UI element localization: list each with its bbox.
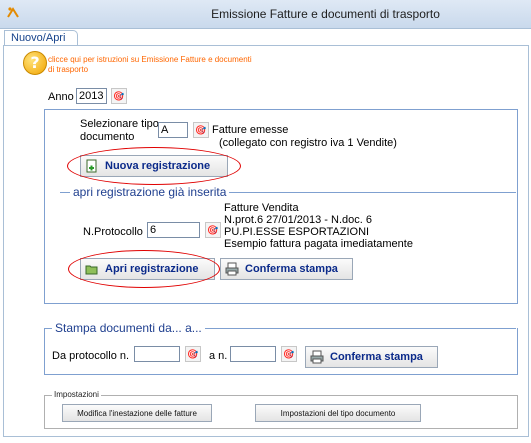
tipo-label-1: Selezionare tipo bbox=[80, 118, 159, 130]
info-line-2: N.prot.6 27/01/2013 - N.doc. 6 bbox=[224, 214, 372, 226]
impostazioni-tipo-button[interactable]: Impostazioni del tipo documento bbox=[255, 404, 421, 422]
tab-nuovo-apri[interactable]: Nuovo/Apri bbox=[4, 30, 73, 46]
tipo-search-icon[interactable]: 🎯 bbox=[193, 122, 209, 138]
a-protocollo-input[interactable] bbox=[230, 346, 276, 362]
info-line-1: Fatture Vendita bbox=[224, 202, 299, 214]
da-protocollo-search-icon[interactable]: 🎯 bbox=[185, 346, 201, 362]
anno-search-icon[interactable]: 🎯 bbox=[111, 88, 127, 104]
da-protocollo-label: Da protocollo n. bbox=[52, 350, 130, 362]
stampa-conferma-button[interactable]: Conferma stampa bbox=[305, 346, 438, 368]
apri-registrazione-label: Apri registrazione bbox=[105, 263, 199, 275]
a-protocollo-label: a n. bbox=[209, 350, 228, 362]
stampa-conferma-label: Conferma stampa bbox=[330, 351, 423, 363]
nuova-registrazione-button[interactable]: Nuova registrazione bbox=[80, 155, 228, 177]
tab-strip-edge bbox=[68, 30, 78, 46]
new-document-icon bbox=[86, 159, 97, 173]
protocollo-label: N.Protocollo bbox=[83, 226, 143, 238]
tipo-registro: (collegato con registro iva 1 Vendite) bbox=[219, 137, 397, 149]
printer-icon bbox=[225, 262, 239, 276]
help-link[interactable]: clicce qui per istruzioni su Emissione F… bbox=[48, 55, 258, 75]
anno-input[interactable] bbox=[76, 88, 107, 104]
conferma-stampa-label: Conferma stampa bbox=[245, 263, 338, 275]
tipo-description: Fatture emesse bbox=[212, 124, 289, 136]
tipo-label-2: documento bbox=[80, 131, 135, 143]
open-folder-icon bbox=[85, 265, 98, 275]
da-protocollo-input[interactable] bbox=[134, 346, 180, 362]
tipo-input[interactable] bbox=[158, 122, 188, 138]
protocollo-input[interactable] bbox=[147, 222, 200, 238]
help-icon[interactable]: ? bbox=[23, 51, 47, 75]
conferma-stampa-button[interactable]: Conferma stampa bbox=[220, 258, 353, 280]
protocollo-search-icon[interactable]: 🎯 bbox=[205, 222, 221, 238]
registration-info: Fatture Vendita N.prot.6 27/01/2013 - N.… bbox=[224, 202, 413, 250]
anno-label: Anno bbox=[48, 91, 74, 103]
printer-icon bbox=[310, 350, 324, 364]
window-title: Emissione Fatture e documenti di traspor… bbox=[211, 7, 440, 21]
info-line-4: Esempio fattura pagata imediatamente bbox=[224, 238, 413, 250]
impostazioni-title: Impostazioni bbox=[52, 390, 101, 399]
apri-registrazione-button[interactable]: Apri registrazione bbox=[80, 258, 215, 280]
apri-group-title: apri registrazione già inserita bbox=[70, 185, 230, 199]
info-line-3: PU.PI.ESSE ESPORTAZIONI bbox=[224, 226, 370, 238]
a-protocollo-search-icon[interactable]: 🎯 bbox=[281, 346, 297, 362]
modifica-intestazione-button[interactable]: Modifica l'inestazione delle fatture bbox=[62, 404, 212, 422]
nuova-registrazione-label: Nuova registrazione bbox=[105, 160, 211, 172]
stampa-group-title: Stampa documenti da... a... bbox=[52, 321, 205, 335]
title-bar: Emissione Fatture e documenti di traspor… bbox=[0, 0, 531, 29]
